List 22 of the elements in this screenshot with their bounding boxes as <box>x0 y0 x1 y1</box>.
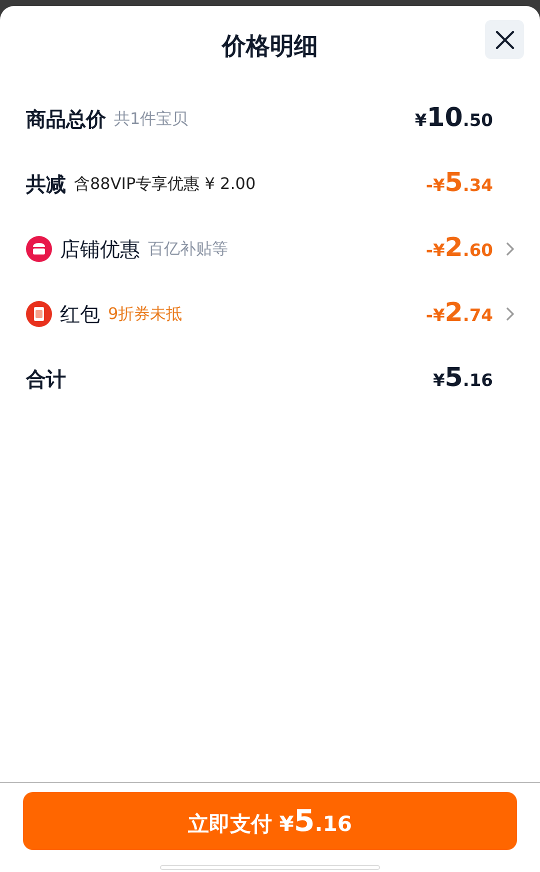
price-amount: ¥5.16 <box>432 362 493 395</box>
row-label: 共减 <box>26 170 66 198</box>
price-amount: -¥2.60 <box>426 232 493 265</box>
row-note: 共1件宝贝 <box>114 108 188 130</box>
sheet-title: 价格明细 <box>222 31 318 62</box>
shop-icon <box>26 236 52 262</box>
row-label: 店铺优惠 <box>60 236 140 262</box>
price-amount: -¥2.74 <box>426 297 493 330</box>
close-icon <box>494 30 514 50</box>
price-amount: -¥5.34 <box>426 167 493 200</box>
row-note: 百亿补贴等 <box>148 238 228 260</box>
price-amount: ¥10.50 <box>414 102 493 135</box>
envelope-icon <box>26 300 52 326</box>
row-note: 9折券未抵 <box>108 302 182 324</box>
close-button[interactable] <box>485 20 524 59</box>
pay-button[interactable]: 立即支付 ¥5.16 <box>23 792 517 850</box>
row-label: 合计 <box>26 366 66 392</box>
row-label: 红包 <box>60 300 100 328</box>
chevron-icon[interactable] <box>506 242 514 256</box>
row-note: 含88VIP专享优惠 ¥ 2.00 <box>74 172 256 194</box>
chevron-icon[interactable] <box>506 306 514 320</box>
row-label: 商品总价 <box>26 106 106 132</box>
